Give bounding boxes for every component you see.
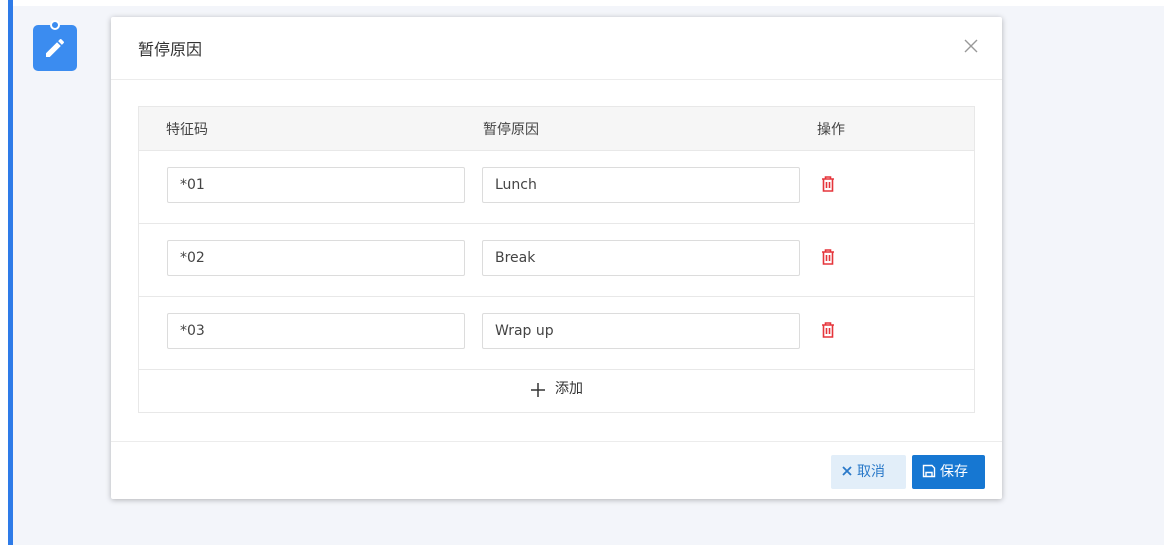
cancel-button[interactable]: 取消	[831, 455, 906, 489]
reason-input[interactable]: Lunch	[482, 167, 800, 203]
column-header-operation: 操作	[817, 122, 845, 138]
reason-table: 特征码 暂停原因 操作 *01 Lunch *02 Break *03 Wrap…	[138, 106, 975, 413]
table-row: *03 Wrap up	[139, 296, 974, 370]
cancel-label: 取消	[857, 464, 885, 480]
trash-icon	[822, 249, 834, 265]
code-input[interactable]: *03	[167, 313, 465, 349]
table-row: *01 Lunch	[139, 150, 974, 224]
pause-reason-dialog: 暂停原因 特征码 暂停原因 操作 *01 Lunch *02 Break *03…	[111, 17, 1002, 499]
top-edge	[0, 0, 1164, 6]
clipboard-clip	[50, 20, 60, 30]
code-input[interactable]: *02	[167, 240, 465, 276]
table-row: *02 Break	[139, 223, 974, 297]
close-button[interactable]	[962, 37, 980, 55]
accent-bar	[8, 0, 13, 545]
dialog-footer: 取消 保存	[111, 441, 1002, 500]
save-button[interactable]: 保存	[912, 455, 985, 489]
trash-icon	[822, 176, 834, 192]
close-icon	[964, 39, 978, 53]
dialog-title: 暂停原因	[138, 40, 203, 59]
column-header-reason: 暂停原因	[483, 122, 539, 138]
trash-icon	[822, 322, 834, 338]
code-input[interactable]: *01	[167, 167, 465, 203]
table-header: 特征码 暂停原因 操作	[139, 107, 974, 151]
column-header-code: 特征码	[166, 122, 208, 138]
add-row-button[interactable]: 添加	[139, 367, 974, 412]
delete-row-button[interactable]	[820, 248, 836, 266]
delete-row-button[interactable]	[820, 175, 836, 193]
close-icon	[842, 466, 852, 476]
edit-badge	[33, 20, 77, 71]
save-icon	[922, 464, 936, 478]
add-label: 添加	[555, 381, 584, 397]
delete-row-button[interactable]	[820, 321, 836, 339]
save-label: 保存	[940, 464, 968, 480]
plus-icon	[530, 382, 545, 397]
left-edge	[0, 0, 8, 545]
dialog-header: 暂停原因	[111, 17, 1002, 80]
reason-input[interactable]: Wrap up	[482, 313, 800, 349]
edit-icon	[46, 38, 65, 57]
reason-input[interactable]: Break	[482, 240, 800, 276]
